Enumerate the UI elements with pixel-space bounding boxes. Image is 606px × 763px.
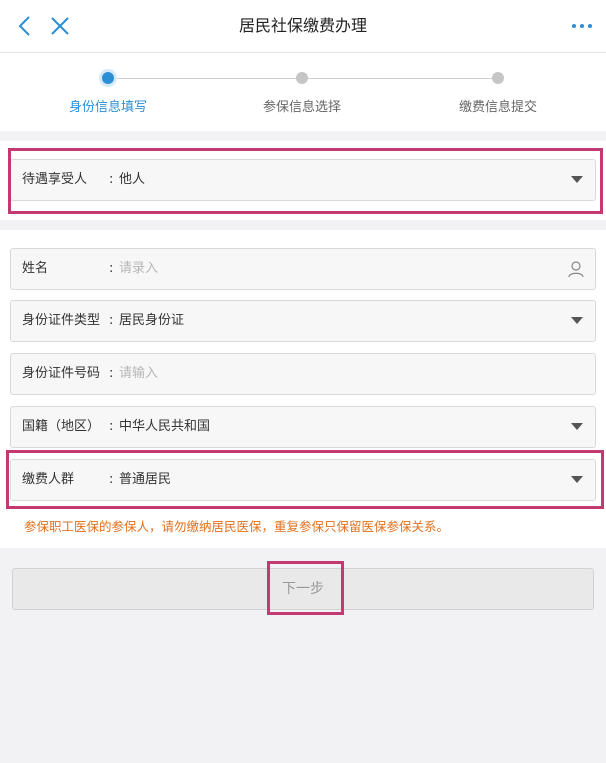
- nationality-label: 国籍（地区）: [22, 419, 101, 434]
- beneficiary-value: 他人: [119, 172, 146, 187]
- nationality-select[interactable]: 国籍（地区） : 中华人民共和国: [10, 406, 596, 448]
- field-colon: :: [109, 172, 114, 187]
- field-colon: :: [109, 261, 114, 276]
- payer-group-value: 普通居民: [119, 472, 172, 487]
- id-type-value: 居民身份证: [119, 313, 185, 328]
- payer-group-select[interactable]: 缴费人群 : 普通居民: [10, 459, 596, 501]
- dropdown-caret-icon: [571, 476, 583, 483]
- identity-form: 姓名 : 请录入 身份证件类型 : 居民身份证 身份证件号码 : 请输入 国籍（…: [0, 230, 606, 548]
- beneficiary-label: 待遇享受人: [22, 172, 88, 187]
- step-label-1: 身份信息填写: [68, 100, 147, 115]
- id-type-label: 身份证件类型: [22, 313, 101, 328]
- nationality-value: 中华人民共和国: [119, 419, 211, 434]
- field-colon: :: [109, 313, 114, 328]
- dropdown-caret-icon: [571, 317, 583, 324]
- warning-notice: 参保职工医保的参保人，请勿缴纳居民医保，重复参保只保留医保参保关系。: [24, 519, 450, 534]
- field-colon: :: [109, 419, 114, 434]
- step-indicator: 身份信息填写 参保信息选择 缴费信息提交: [0, 53, 606, 131]
- id-number-field[interactable]: 身份证件号码 : 请输入: [10, 353, 596, 395]
- more-button[interactable]: [568, 10, 596, 42]
- id-number-input[interactable]: 请输入: [119, 354, 158, 394]
- id-type-select[interactable]: 身份证件类型 : 居民身份证: [10, 300, 596, 342]
- beneficiary-section: 待遇享受人 : 他人: [0, 141, 606, 220]
- field-colon: :: [109, 366, 114, 381]
- dropdown-caret-icon: [571, 176, 583, 183]
- page-title: 居民社保缴费办理: [238, 16, 367, 35]
- payer-group-label: 缴费人群: [22, 472, 75, 487]
- step-connector: [108, 78, 302, 79]
- name-field[interactable]: 姓名 : 请录入: [10, 248, 596, 290]
- step-label-2: 参保信息选择: [262, 100, 341, 115]
- beneficiary-select[interactable]: 待遇享受人 : 他人: [10, 159, 596, 201]
- step-connector: [302, 78, 498, 79]
- step-dot-3: [492, 72, 504, 84]
- name-label: 姓名: [22, 261, 49, 276]
- step-dot-2: [296, 72, 308, 84]
- nav-bar: 居民社保缴费办理: [0, 0, 606, 53]
- name-input[interactable]: 请录入: [119, 249, 158, 289]
- id-number-label: 身份证件号码: [22, 366, 101, 381]
- more-dots-icon: [572, 24, 592, 28]
- step-dot-1: [102, 72, 114, 84]
- field-colon: :: [109, 472, 114, 487]
- person-icon[interactable]: [567, 260, 585, 278]
- dropdown-caret-icon: [571, 423, 583, 430]
- next-step-button[interactable]: 下一步: [12, 568, 594, 610]
- step-label-3: 缴费信息提交: [458, 100, 537, 115]
